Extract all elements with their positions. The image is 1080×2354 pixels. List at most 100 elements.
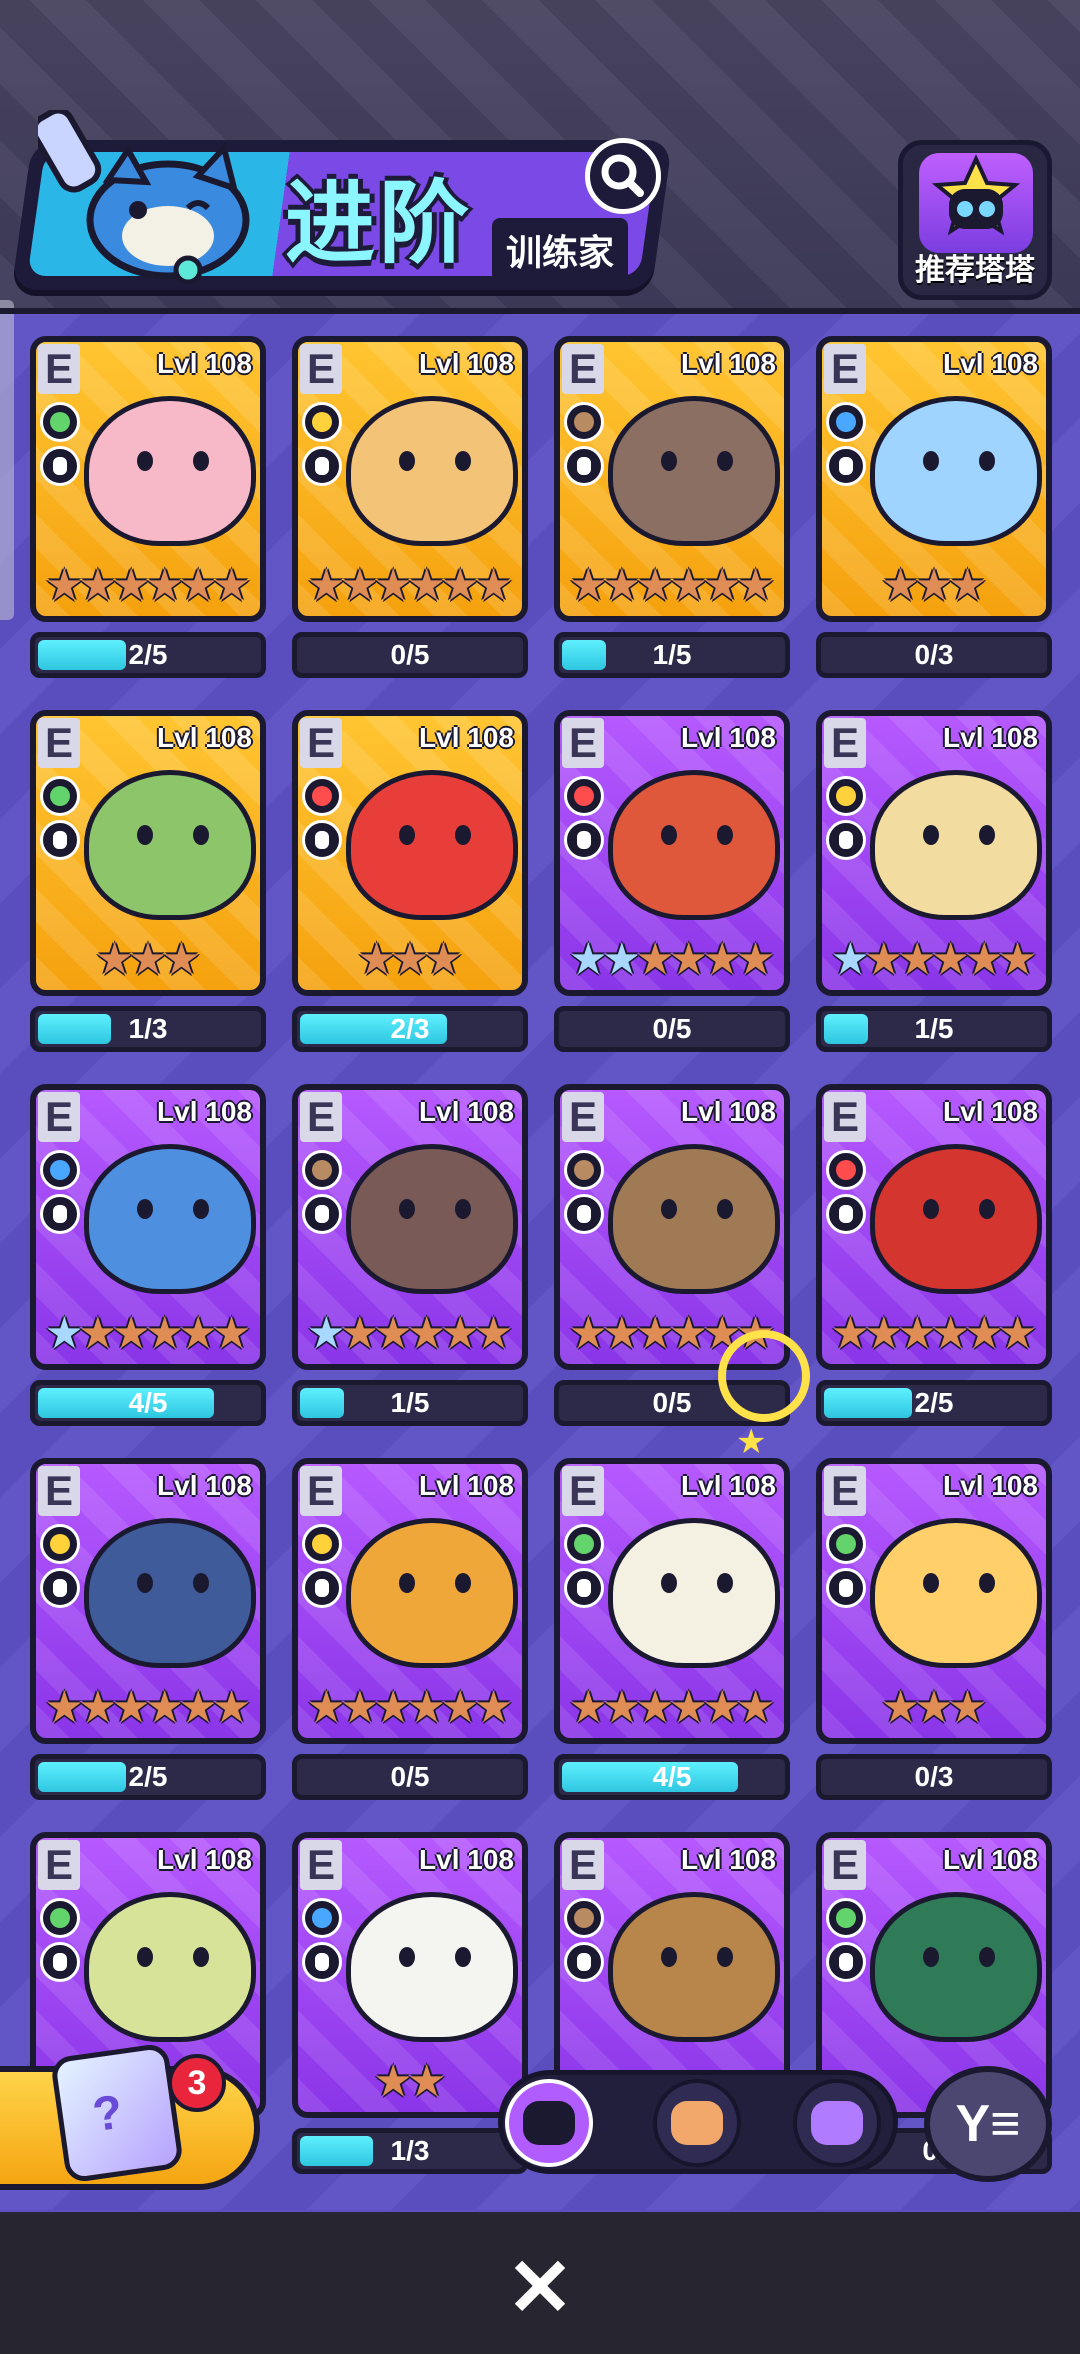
search-button[interactable] (585, 138, 661, 214)
progress-bar: 1/3 (30, 1006, 266, 1052)
element-icon (40, 1898, 80, 1938)
recommend-label: 推荐塔塔 (915, 254, 1035, 287)
recommend-button[interactable]: 推荐塔塔 (898, 140, 1052, 300)
rank-badge: E (38, 344, 80, 394)
creature-eye (399, 1947, 415, 1967)
progress-bar: 1/5 (554, 632, 790, 678)
role-icon (302, 1194, 342, 1234)
star-rating: ★★★★★★ (822, 1306, 1046, 1362)
creature-eye (717, 1947, 733, 1967)
creature-card[interactable]: E Lvl 108 ★★★★★★ (554, 1458, 790, 1744)
creature-eye (717, 825, 733, 845)
rank-badge: E (824, 718, 866, 768)
creature-eye (193, 451, 209, 471)
creature-portrait (84, 1518, 256, 1668)
creature-eye (193, 1947, 209, 1967)
creature-portrait (608, 1518, 780, 1668)
rank-badge: E (38, 1840, 80, 1890)
creature-card[interactable]: E Lvl 108 ★★★★★★ (554, 710, 790, 996)
orange-star-icon: ★ (947, 561, 988, 610)
star-rating: ★★★ (822, 1680, 1046, 1736)
star-rating: ★★★★★★ (36, 558, 260, 614)
creature-card[interactable]: E Lvl 108 ★★★★★★ (30, 1458, 266, 1744)
progress-bar: 0/5 (554, 1006, 790, 1052)
creature-portrait (84, 1892, 256, 2042)
creature-eye (979, 451, 995, 471)
creature-card[interactable]: E Lvl 108 ★★★ (292, 710, 528, 996)
creature-card[interactable]: E Lvl 108 ★★★★★★ (554, 336, 790, 622)
creature-portrait (346, 396, 518, 546)
orange-star-icon: ★ (997, 935, 1038, 984)
star-rating: ★★★★★★ (36, 1306, 260, 1362)
rank-badge: E (824, 1466, 866, 1516)
creature-portrait (870, 396, 1042, 546)
pet-tab[interactable] (653, 2079, 741, 2167)
side-handle[interactable] (0, 300, 14, 620)
creature-portrait (870, 770, 1042, 920)
orange-star-icon: ★ (997, 1309, 1038, 1358)
orange-star-icon: ★ (211, 1309, 252, 1358)
role-icon (564, 1194, 604, 1234)
creature-eye (137, 1199, 153, 1219)
creature-eye (923, 1573, 939, 1593)
category-dock (498, 2070, 898, 2174)
creature-eye (923, 825, 939, 845)
progress-label: 1/5 (914, 1013, 954, 1044)
creature-card[interactable]: E Lvl 108 ★★★ (816, 1458, 1052, 1744)
progress-label: 1/3 (390, 2135, 430, 2166)
orange-star-icon: ★ (407, 2057, 447, 2106)
creature-portrait (84, 396, 256, 546)
element-icon (302, 1898, 342, 1938)
creature-card[interactable]: E Lvl 108 ★★★★★★ (292, 1458, 528, 1744)
upgrade-highlight-ring (718, 1330, 810, 1422)
progress-label: 1/5 (390, 1387, 430, 1418)
divider (0, 308, 1080, 314)
role-icon (826, 1568, 866, 1608)
level-label: Lvl 108 (157, 1844, 252, 1875)
star-rating: ★★★★★★ (298, 1306, 522, 1362)
orange-star-icon: ★ (211, 561, 252, 610)
rare-tab[interactable] (793, 2079, 881, 2167)
rank-badge: E (562, 718, 604, 768)
cat-mascot-icon (919, 153, 1033, 253)
close-button[interactable]: ✕ (500, 2248, 580, 2328)
level-label: Lvl 108 (157, 722, 252, 753)
rank-badge: E (300, 344, 342, 394)
creature-card[interactable]: E Lvl 108 ★★★★★★ (816, 1084, 1052, 1370)
role-icon (302, 1942, 342, 1982)
creature-eye (717, 1199, 733, 1219)
notification-badge: 3 (168, 2054, 226, 2112)
progress-bar: 1/3 (292, 2128, 528, 2174)
star-rating: ★★★ (822, 558, 1046, 614)
creature-portrait (608, 396, 780, 546)
creature-card[interactable]: E Lvl 108 ★★★★★★ (554, 1084, 790, 1370)
role-icon (564, 1568, 604, 1608)
mystery-box-button[interactable]: ? (49, 2042, 185, 2184)
creature-eye (923, 451, 939, 471)
filter-sort-button[interactable]: Y≡ (924, 2066, 1052, 2182)
element-icon (826, 776, 866, 816)
creature-card[interactable]: E Lvl 108 ★★★ (816, 336, 1052, 622)
rank-badge: E (300, 1840, 342, 1890)
creature-card[interactable]: E Lvl 108 ★★★★★★ (30, 336, 266, 622)
creature-card[interactable]: E Lvl 108 ★★★ (30, 710, 266, 996)
progress-label: 2/5 (128, 1761, 168, 1792)
creature-eye (979, 1199, 995, 1219)
progress-bar: 2/3 (292, 1006, 528, 1052)
creature-card[interactable]: E Lvl 108 ★★★★★★ (30, 1084, 266, 1370)
rank-badge: E (38, 1092, 80, 1142)
role-icon (40, 446, 80, 486)
creature-card[interactable]: E Lvl 108 ★★★★★★ (816, 710, 1052, 996)
star-rating: ★★★★★★ (560, 1680, 784, 1736)
creature-eye (979, 825, 995, 845)
tata-tab[interactable] (505, 2079, 593, 2167)
orange-star-icon: ★ (473, 561, 514, 610)
creature-card[interactable]: E Lvl 108 ★★ (292, 1832, 528, 2118)
creature-card[interactable]: E Lvl 108 ★★★★★★ (292, 336, 528, 622)
element-icon (40, 1524, 80, 1564)
star-rating: ★★★ (298, 932, 522, 988)
creature-portrait (346, 1144, 518, 1294)
progress-label: 1/3 (128, 1013, 168, 1044)
creature-card[interactable]: E Lvl 108 ★★★★★★ (292, 1084, 528, 1370)
mystery-box-label: ? (89, 2085, 126, 2143)
